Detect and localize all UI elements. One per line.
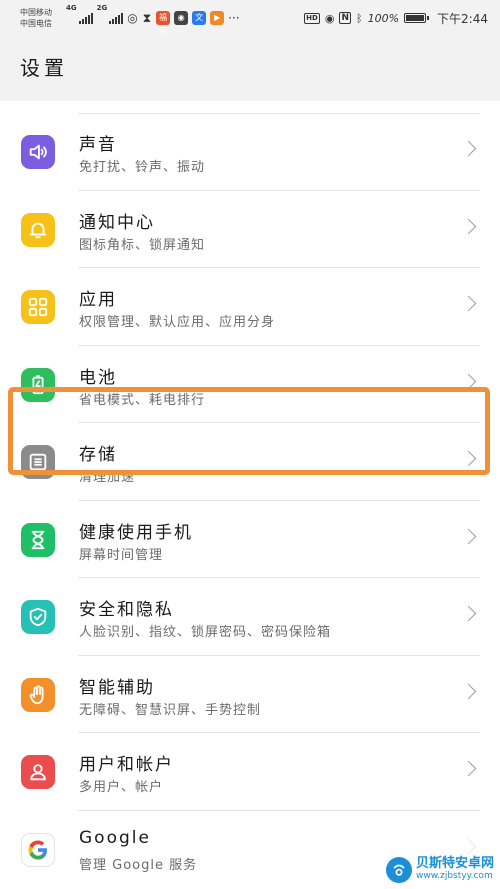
settings-item-subtitle: 图标角标、锁屏通知: [79, 237, 206, 253]
more-notifications: ···: [228, 11, 240, 25]
settings-item-storage[interactable]: 存储 清理加速: [0, 423, 500, 501]
user-icon: [21, 755, 55, 789]
chevron-right-icon: [460, 528, 477, 544]
battery-percent: 100%: [367, 11, 400, 25]
eye-icon: ◉: [324, 11, 335, 25]
settings-item-security-privacy[interactable]: 安全和隐私 人脸识别、指纹、锁屏密码、密码保险箱: [0, 578, 500, 656]
shop-app-icon: 福利: [156, 11, 171, 36]
settings-item-subtitle: 多用户、帐户: [79, 780, 164, 795]
signal-2-icon: [109, 12, 124, 24]
chevron-right-icon: [460, 140, 477, 157]
watermark: 贝斯特安卓网 www.zjbstyy.com: [385, 856, 494, 883]
battery-icon: [21, 367, 55, 402]
chevron-right-icon: [460, 450, 477, 467]
settings-item-subtitle: 屏幕时间管理: [79, 547, 164, 563]
page-title: 设置: [20, 56, 68, 80]
settings-item-title: 电池: [79, 367, 117, 388]
chevron-right-icon: [460, 218, 477, 234]
settings-item-subtitle: 管理 Google 服务: [79, 857, 198, 873]
settings-item-subtitle: 清理加速: [79, 470, 136, 485]
chevron-right-icon: [460, 838, 477, 854]
carrier-2: 中国电信: [20, 19, 52, 28]
doc-app-icon: 文: [192, 11, 207, 25]
nfc-icon: N: [339, 12, 351, 24]
settings-item-subtitle: 免打扰、铃声、振动: [79, 160, 206, 175]
hand-icon: [21, 677, 55, 712]
chevron-right-icon: [460, 683, 477, 699]
settings-item-title: 应用: [79, 290, 117, 310]
settings-item-users-accounts[interactable]: 用户和帐户 多用户、帐户: [0, 733, 500, 811]
signal-1-icon: [78, 12, 93, 24]
status-bar: 中国移动 中国电信 4G 2G ◎ ⧗ 福利 ◉ 文 ▶ ··· HD ◉ N …: [0, 0, 500, 36]
settings-item-title: 用户和帐户: [79, 755, 174, 775]
settings-item-smart-assistance[interactable]: 智能辅助 无障碍、智慧识屏、手势控制: [0, 656, 500, 733]
chevron-right-icon: [460, 605, 477, 622]
battery-icon: [404, 13, 430, 23]
settings-item-battery[interactable]: 电池 省电模式、耗电排行: [0, 346, 500, 423]
watermark-logo-icon: [385, 857, 412, 883]
chevron-right-icon: [460, 295, 477, 312]
hd-icon: HD: [304, 12, 320, 24]
settings-list: 声音 免打扰、铃声、振动 通知中心 图标角标、锁屏通知 应用 权限管理、默认应用…: [0, 101, 500, 889]
settings-item-title: 安全和隐私: [79, 600, 174, 620]
hourglass-status-icon: ⧗: [142, 10, 152, 25]
clock: 下午2:44: [437, 11, 488, 26]
apps-grid-icon: [21, 290, 55, 324]
settings-item-title: 通知中心: [79, 212, 155, 233]
carrier-1: 中国移动: [20, 8, 52, 17]
network-type-2: 2G: [96, 4, 108, 12]
carrier-labels: 中国移动 中国电信: [20, 7, 66, 29]
google-icon: [21, 832, 55, 867]
watermark-name: 贝斯特安卓网: [415, 856, 494, 871]
watermark-url: www.zjbstyy.com: [415, 871, 493, 881]
hourglass-icon: [21, 522, 55, 557]
chevron-right-icon: [460, 760, 477, 777]
settings-item-title: Google: [79, 827, 151, 848]
speaker-icon: [21, 135, 55, 169]
chevron-right-icon: [460, 373, 477, 389]
settings-item-apps[interactable]: 应用 权限管理、默认应用、应用分身: [0, 268, 500, 346]
settings-item-title: 声音: [79, 135, 117, 155]
settings-item-title: 智能辅助: [79, 677, 155, 698]
hotspot-icon: ◎: [127, 11, 138, 25]
battery-fill: [406, 15, 425, 21]
settings-item-sound[interactable]: 声音 免打扰、铃声、振动: [0, 113, 500, 191]
bluetooth-icon: ᛒ: [355, 11, 363, 25]
shield-check-icon: [21, 600, 55, 634]
settings-item-digital-balance[interactable]: 健康使用手机 屏幕时间管理: [0, 501, 500, 578]
settings-item-subtitle: 省电模式、耗电排行: [79, 392, 206, 408]
network-type-1: 4G: [66, 4, 77, 12]
bell-icon: [21, 212, 55, 247]
wechat-icon: ◉: [174, 11, 189, 25]
settings-item-title: 健康使用手机: [79, 522, 193, 543]
settings-item-subtitle: 无障碍、智慧识屏、手势控制: [79, 702, 262, 718]
settings-item-subtitle: 权限管理、默认应用、应用分身: [79, 315, 276, 330]
video-app-icon: ▶: [210, 11, 225, 25]
storage-icon: [21, 445, 55, 479]
settings-item-subtitle: 人脸识别、指纹、锁屏密码、密码保险箱: [79, 625, 332, 640]
settings-item-notification-center[interactable]: 通知中心 图标角标、锁屏通知: [0, 191, 500, 268]
settings-item-title: 存储: [79, 445, 117, 465]
